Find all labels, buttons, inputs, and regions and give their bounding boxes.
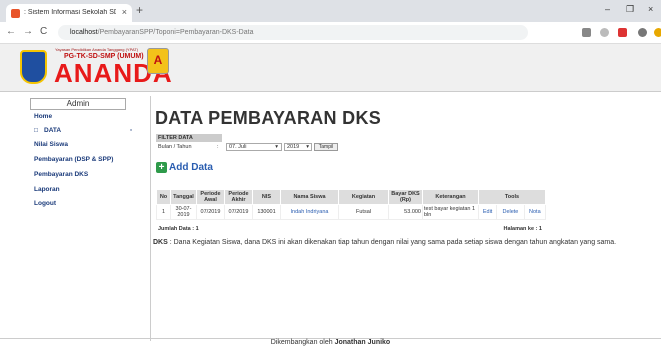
- col-nama-siswa: Nama Siswa: [280, 189, 339, 205]
- col-tanggal: Tanggal: [170, 189, 197, 205]
- add-data-button[interactable]: + Add Data: [156, 162, 213, 173]
- filter-box: FILTER DATA Bulan / Tahun : 07. Juli ▾ 2…: [156, 134, 338, 154]
- footer-prefix: Dikembangkan oleh: [270, 339, 335, 346]
- cell-nama-siswa: Indah Indriyana: [280, 204, 339, 220]
- filter-label: Bulan / Tahun: [158, 144, 192, 150]
- cell-kegiatan: Futsal: [338, 204, 389, 220]
- tab-close-icon[interactable]: ×: [122, 7, 127, 17]
- sidebar-item-pembayaran-dsp-spp[interactable]: Pembayaran (DSP & SPP): [34, 156, 113, 163]
- col-tools: Tools: [478, 189, 546, 205]
- table-header-row: No Tanggal Periode Awal Periode Akhir NI…: [156, 189, 546, 205]
- url-host: localhost: [70, 29, 98, 36]
- browser-tab[interactable]: : Sistem Informasi Sekolah SD ×: [6, 4, 132, 22]
- sidebar: Admin Home □ DATA ▫ Nilai Siswa Pembayar…: [22, 96, 146, 341]
- cell-periode-awal: 07/2019: [196, 204, 225, 220]
- show-button[interactable]: Tampil: [314, 143, 338, 151]
- address-bar-row: ← → C localhost/PembayaranSPP/Toponi=Pem…: [0, 22, 661, 44]
- add-data-label: Add Data: [169, 162, 213, 173]
- cell-nis: 130001: [252, 204, 281, 220]
- chevron-down-icon: ▾: [275, 144, 278, 150]
- table-row: 1 30-07-2019 07/2019 07/2019 130001 Inda…: [156, 204, 547, 220]
- chevron-down-icon: ▾: [306, 144, 309, 150]
- nota-button[interactable]: Nota: [523, 204, 547, 220]
- foundation-name: Yayasan Pendidikan Ananda Tanggang (YPAT…: [55, 47, 139, 52]
- cell-periode-akhir: 07/2019: [224, 204, 253, 220]
- cell-tanggal: 30-07-2019: [170, 204, 197, 220]
- tab-title: : Sistem Informasi Sekolah SD: [24, 9, 116, 16]
- translate-icon[interactable]: [582, 28, 591, 37]
- page-footer: Dikembangkan oleh Jonathan Juniko: [0, 338, 661, 346]
- page-indicator: Halaman ke : 1: [503, 226, 542, 232]
- footer-author: Jonathan Juniko: [334, 339, 391, 346]
- table-footer: Jumlah Data : 1 Halaman ke : 1: [156, 225, 546, 233]
- note-description: : Dana Kegiatan Siswa, dana DKS ini akan…: [167, 239, 617, 246]
- edit-button[interactable]: Edit: [477, 204, 498, 220]
- maximize-button[interactable]: ❐: [626, 4, 634, 15]
- sidebar-item-nilai-siswa[interactable]: Nilai Siswa: [34, 141, 68, 148]
- menu-icon[interactable]: [654, 28, 661, 37]
- profile-icon[interactable]: [638, 28, 647, 37]
- col-bayar-dks: Bayar DKS (Rp): [388, 189, 423, 205]
- month-select[interactable]: 07. Juli ▾: [226, 143, 282, 151]
- year-select[interactable]: 2019 ▾: [284, 143, 312, 151]
- sidebar-item-logout[interactable]: Logout: [34, 200, 56, 207]
- cell-no: 1: [156, 204, 171, 220]
- forward-button[interactable]: →: [23, 26, 33, 37]
- browser-tab-bar: : Sistem Informasi Sekolah SD × + – ❐ ×: [0, 0, 661, 22]
- filter-header: FILTER DATA: [156, 134, 222, 142]
- sidebar-item-pembayaran-dks[interactable]: Pembayaran DKS: [34, 171, 88, 178]
- extension-icon[interactable]: [618, 28, 627, 37]
- url-field[interactable]: localhost/PembayaranSPP/Toponi=Pembayara…: [58, 25, 528, 40]
- school-logo-icon: [20, 50, 47, 84]
- minimize-button[interactable]: –: [605, 4, 610, 14]
- star-icon[interactable]: [600, 28, 609, 37]
- col-kegiatan: Kegiatan: [338, 189, 389, 205]
- filter-colon: :: [217, 144, 219, 150]
- plus-icon: +: [156, 162, 167, 173]
- admin-label: Admin: [30, 98, 126, 110]
- sidebar-item-data[interactable]: DATA: [44, 127, 61, 134]
- ananda-logo-icon: A: [147, 48, 169, 74]
- main-content: DATA PEMBAYARAN DKS FILTER DATA Bulan / …: [150, 96, 650, 341]
- cell-bayar-dks: 53.000: [388, 204, 423, 220]
- sidebar-bullet-icon: □: [34, 127, 38, 134]
- favicon-icon: [11, 9, 20, 18]
- col-nis: NIS: [252, 189, 281, 205]
- month-value: 07. Juli: [229, 144, 247, 150]
- back-button[interactable]: ←: [6, 26, 16, 37]
- site-header: Yayasan Pendidikan Ananda Tanggang (YPAT…: [0, 44, 661, 92]
- total-data-count: Jumlah Data : 1: [158, 226, 199, 232]
- note-term: DKS: [153, 239, 168, 246]
- new-tab-button[interactable]: +: [136, 3, 143, 17]
- reload-button[interactable]: C: [40, 26, 47, 37]
- dropdown-icon[interactable]: ▫: [130, 127, 132, 134]
- sidebar-item-laporan[interactable]: Laporan: [34, 186, 60, 193]
- url-path: /PembayaranSPP/Toponi=Pembayaran-DKS-Dat…: [97, 29, 254, 36]
- year-value: 2019: [287, 144, 300, 150]
- col-no: No: [156, 189, 171, 205]
- cell-keterangan: test bayar kegiatan 1 bln: [422, 204, 479, 220]
- dks-note: DKS : Dana Kegiatan Siswa, dana DKS ini …: [153, 238, 638, 247]
- sidebar-item-home[interactable]: Home: [34, 113, 52, 120]
- page-title: DATA PEMBAYARAN DKS: [155, 108, 382, 128]
- window-close-button[interactable]: ×: [648, 4, 653, 14]
- delete-button[interactable]: Delete: [496, 204, 525, 220]
- col-keterangan: Keterangan: [422, 189, 479, 205]
- col-periode-awal: Periode Awal: [196, 189, 225, 205]
- payment-table: No Tanggal Periode Awal Periode Akhir NI…: [156, 189, 547, 220]
- col-periode-akhir: Periode Akhir: [224, 189, 253, 205]
